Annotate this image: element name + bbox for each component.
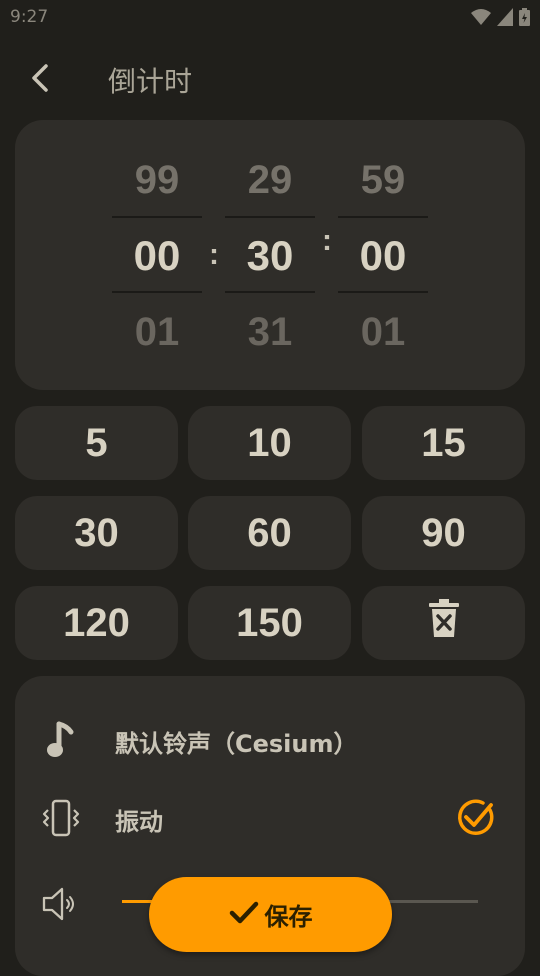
status-bar: 9:27 [0,0,540,36]
delete-x-icon [428,599,459,647]
hours-prev[interactable]: 99 [112,158,202,203]
app-header: 倒计时 [0,50,540,108]
preset-button[interactable]: 90 [362,496,525,570]
preset-button[interactable]: 60 [188,496,351,570]
hours-picker[interactable]: 99 00 01 [112,120,202,390]
preset-button[interactable]: 5 [15,406,178,480]
speaker-icon [41,884,81,924]
preset-button[interactable]: 30 [15,496,178,570]
music-note-icon [41,720,81,760]
preset-button[interactable]: 120 [15,586,178,660]
preset-button[interactable]: 10 [188,406,351,480]
cellular-signal-icon [497,8,513,26]
vibrate-row[interactable]: 振动 [15,788,525,844]
seconds-picker[interactable]: 59 00 01 [338,120,428,390]
seconds-prev[interactable]: 59 [338,158,428,203]
time-picker: 99 00 01 : 29 30 31 : 59 00 01 [15,120,525,390]
wifi-icon [471,8,491,26]
save-label: 保存 [264,903,313,931]
save-button[interactable]: 保存 [149,877,392,952]
seconds-divider-bottom [338,291,428,293]
vibrate-label: 振动 [115,808,163,836]
minutes-next[interactable]: 31 [225,310,315,355]
status-icons [471,8,530,26]
seconds-next[interactable]: 01 [338,310,428,355]
minutes-prev[interactable]: 29 [225,158,315,203]
status-time: 9:27 [10,7,49,27]
time-separator: : [209,238,219,271]
back-button[interactable] [22,62,58,98]
preset-button[interactable]: 150 [188,586,351,660]
preset-button[interactable]: 15 [362,406,525,480]
hours-next[interactable]: 01 [112,310,202,355]
hours-current[interactable]: 00 [112,232,202,280]
minutes-divider-bottom [225,291,315,293]
clear-button[interactable] [362,586,525,660]
hours-divider-bottom [112,291,202,293]
seconds-current[interactable]: 00 [338,232,428,280]
seconds-divider-top [338,216,428,218]
chevron-left-icon [29,63,51,97]
hours-divider-top [112,216,202,218]
battery-icon [519,8,530,26]
minutes-divider-top [225,216,315,218]
circle-check-icon[interactable] [453,796,497,840]
minutes-current[interactable]: 30 [225,232,315,280]
page-title: 倒计时 [108,65,193,98]
check-icon [229,900,259,930]
minutes-picker[interactable]: 29 30 31 [225,120,315,390]
ringtone-row[interactable]: 默认铃声（Cesium） [15,710,525,766]
time-separator: : [322,224,332,257]
ringtone-label: 默认铃声（Cesium） [115,730,358,758]
vibrate-phone-icon [41,798,81,838]
